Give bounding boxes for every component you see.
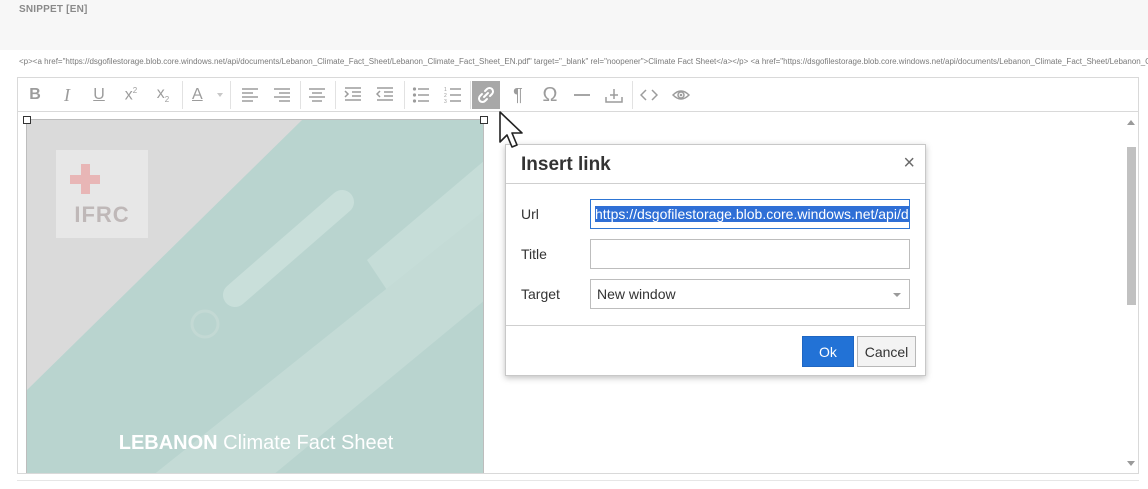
superscript-icon: x2 (124, 85, 138, 104)
font-color-dropdown-icon (217, 93, 223, 97)
italic-button[interactable]: I (53, 81, 81, 109)
url-value: https://dsgofilestorage.blob.core.window… (595, 206, 909, 222)
snippet-field[interactable] (10, 20, 1148, 50)
align-left-icon (242, 88, 258, 102)
align-center-button[interactable] (303, 81, 331, 109)
close-icon[interactable]: × (903, 152, 915, 175)
divider (17, 480, 1139, 481)
chevron-down-icon (893, 293, 901, 297)
toolbar-separator (300, 81, 301, 109)
underline-icon: U (93, 86, 105, 103)
bold-button[interactable]: B (21, 81, 49, 109)
resize-handle-top-left[interactable] (23, 116, 31, 124)
horizontal-rule-button[interactable] (568, 81, 596, 109)
url-input[interactable]: https://dsgofilestorage.blob.core.window… (590, 199, 910, 229)
code-icon (640, 89, 658, 101)
eye-icon (672, 90, 690, 100)
resize-handle-top-right[interactable] (480, 116, 488, 124)
svg-text:3: 3 (444, 99, 447, 104)
toolbar-separator (335, 81, 336, 109)
horizontal-rule-icon (574, 94, 590, 96)
indent-icon (344, 87, 361, 101)
upload-icon (605, 89, 623, 103)
toolbar-separator (182, 81, 183, 109)
special-character-button[interactable]: Ω (536, 81, 564, 109)
numbered-list-icon: 123 (444, 87, 461, 104)
dialog-header: Insert link × (506, 145, 925, 184)
align-right-icon (274, 88, 290, 102)
outdent-button[interactable] (371, 81, 399, 109)
title-input[interactable] (590, 239, 910, 269)
title-label: Title (521, 246, 547, 262)
snippet-label: SNIPPET [EN] (19, 4, 88, 15)
bold-icon: B (29, 86, 41, 103)
scroll-up-arrow-icon[interactable] (1127, 120, 1135, 125)
align-right-button[interactable] (268, 81, 296, 109)
dialog-footer: Ok Cancel (506, 325, 925, 375)
font-color-button[interactable]: A (186, 81, 226, 109)
editor-toolbar: B I U x2 x2 A 123 ¶ Ω (18, 78, 1138, 112)
subscript-button[interactable]: x2 (149, 81, 177, 109)
numbered-list-button[interactable]: 123 (439, 81, 467, 109)
align-center-icon (309, 88, 325, 102)
scroll-thumb[interactable] (1127, 147, 1136, 305)
insert-file-button[interactable] (600, 81, 628, 109)
show-blocks-button[interactable]: ¶ (504, 81, 532, 109)
scroll-down-arrow-icon[interactable] (1127, 461, 1135, 466)
preview-button[interactable] (667, 81, 695, 109)
italic-icon: I (64, 84, 70, 105)
fact-sheet-cover-image[interactable]: IFRC LEBANON Climate Fact Sheet (26, 119, 484, 473)
underline-button[interactable]: U (85, 81, 113, 109)
cover-title: LEBANON Climate Fact Sheet (118, 432, 394, 454)
view-source-button[interactable] (635, 81, 663, 109)
bullet-list-button[interactable] (407, 81, 435, 109)
ifrc-logo-text: IFRC (74, 202, 130, 227)
target-label: Target (521, 286, 560, 302)
ok-button[interactable]: Ok (802, 336, 854, 367)
red-cross-crescent-icon (70, 164, 126, 194)
paragraph-icon: ¶ (513, 84, 523, 105)
html-source-line[interactable]: <p><a href="https://dsgofilestorage.blob… (19, 57, 1148, 66)
toolbar-separator (404, 81, 405, 109)
mouse-pointer-icon (499, 111, 523, 148)
font-color-icon: A (192, 86, 203, 103)
toolbar-separator (470, 81, 471, 109)
indent-button[interactable] (339, 81, 367, 109)
ifrc-logo: IFRC (56, 150, 148, 238)
bullet-list-icon (412, 87, 429, 103)
toolbar-separator (230, 81, 231, 109)
insert-link-dialog: Insert link × Url https://dsgofilestorag… (505, 144, 926, 376)
insert-link-button[interactable] (472, 81, 500, 109)
omega-icon: Ω (542, 83, 558, 106)
subscript-icon: x2 (156, 85, 170, 105)
url-label: Url (521, 206, 539, 222)
toolbar-separator (632, 81, 633, 109)
dialog-title: Insert link (521, 154, 611, 175)
outdent-icon (376, 87, 393, 101)
editor-scrollbar[interactable] (1123, 113, 1138, 473)
target-select[interactable]: New window (590, 279, 910, 309)
target-select-value: New window (597, 286, 676, 302)
superscript-button[interactable]: x2 (117, 81, 145, 109)
link-icon (477, 86, 495, 104)
snippet-header: SNIPPET [EN] (0, 0, 1148, 50)
cancel-button[interactable]: Cancel (857, 336, 916, 367)
align-left-button[interactable] (236, 81, 264, 109)
